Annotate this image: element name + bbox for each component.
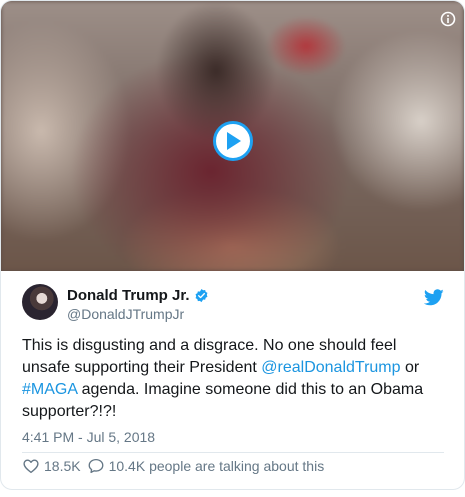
author-handle[interactable]: @DonaldJTrumpJr [67,306,184,322]
twitter-bird-icon[interactable] [424,289,444,306]
tweet-text: This is disgusting and a disgrace. No on… [22,335,447,423]
heart-icon [23,459,39,474]
tweet-text-part: or [400,359,420,376]
tweet-text-part: agenda. Imagine someone did this to an O… [22,381,424,420]
tweet-actions: 18.5K 10.4K people are talking about thi… [22,457,330,475]
author-name-row[interactable]: Donald Trump Jr. [67,287,209,304]
play-icon [227,132,241,150]
video-thumbnail[interactable] [1,1,464,271]
info-icon[interactable] [440,11,456,27]
tweet-timestamp[interactable]: 4:41 PM - Jul 5, 2018 [22,429,155,445]
verified-icon [195,288,207,303]
avatar[interactable] [22,284,58,320]
divider [22,452,444,453]
tweet-header: Donald Trump Jr. @DonaldJTrumpJr [22,284,444,324]
like-button[interactable]: 18.5K [22,457,81,475]
replies-text: 10.4K people are talking about this [108,458,325,474]
replies-link[interactable]: 10.4K people are talking about this [87,457,325,475]
hashtag-link[interactable]: #MAGA [22,381,77,398]
author-name[interactable]: Donald Trump Jr. [67,287,190,304]
like-count: 18.5K [44,458,81,474]
mention-link[interactable]: @realDonaldTrump [261,359,400,376]
speech-bubble-icon [88,458,104,474]
play-button[interactable] [213,121,253,161]
tweet-card: Donald Trump Jr. @DonaldJTrumpJr This is… [0,0,465,490]
